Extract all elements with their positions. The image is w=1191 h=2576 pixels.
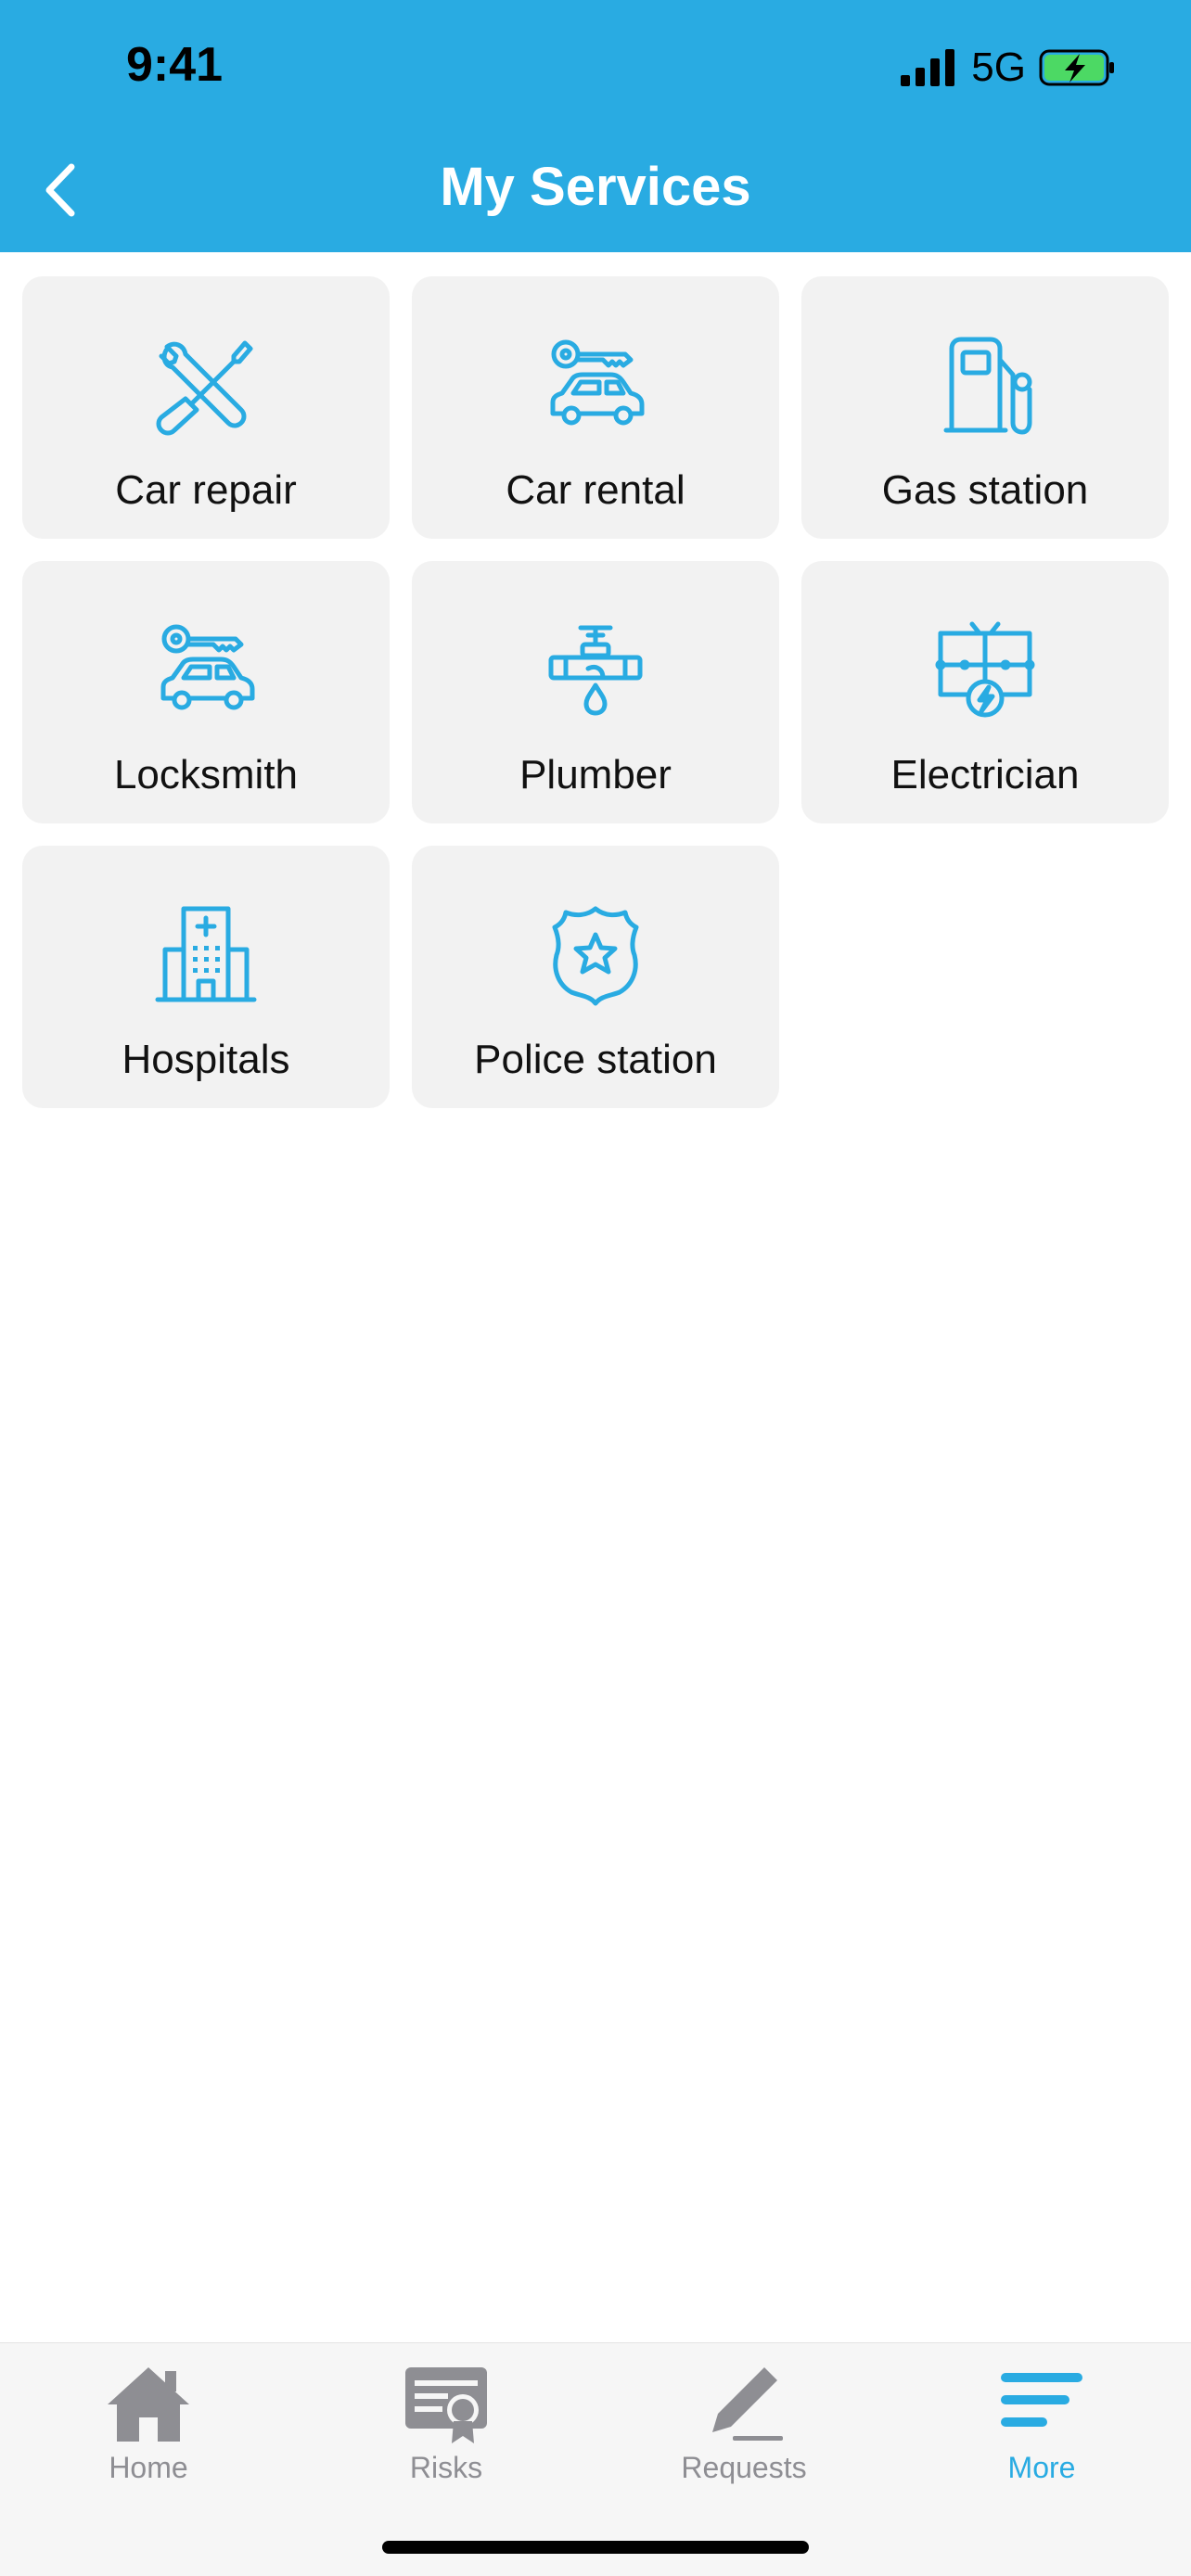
certificate-icon <box>405 2367 487 2443</box>
service-label: Electrician <box>890 752 1080 797</box>
services-grid: Car repair Car rental Gas station Locksm… <box>22 276 1169 1108</box>
fuel-pump-icon <box>943 337 1032 435</box>
home-icon <box>108 2367 189 2442</box>
service-label: Plumber <box>519 752 672 797</box>
app-header: 9:41 5G My Services <box>0 0 1191 252</box>
car-key-icon <box>550 339 645 426</box>
status-indicators: 5G <box>901 45 1115 91</box>
service-tile-locksmith[interactable]: Locksmith <box>22 561 390 823</box>
electric-circuit-icon <box>935 621 1035 718</box>
tab-home[interactable]: Home <box>37 2362 260 2501</box>
signal-icon <box>901 49 955 86</box>
pencil-icon <box>712 2367 783 2441</box>
hospital-icon <box>155 906 257 1002</box>
service-label: Car rental <box>506 467 685 513</box>
service-tile-plumber[interactable]: Plumber <box>412 561 779 823</box>
home-indicator <box>382 2541 809 2554</box>
tab-label: More <box>1007 2451 1076 2484</box>
network-label: 5G <box>971 45 1026 90</box>
service-tile-police-station[interactable]: Police station <box>412 846 779 1108</box>
tab-label: Risks <box>409 2451 483 2484</box>
service-label: Car repair <box>115 467 297 513</box>
service-tile-car-rental[interactable]: Car rental <box>412 276 779 539</box>
car-key-icon <box>160 624 255 710</box>
tab-label: Home <box>109 2451 188 2484</box>
status-time: 9:41 <box>126 38 224 92</box>
service-label: Police station <box>474 1037 717 1082</box>
faucet-icon <box>548 625 643 716</box>
page-title: My Services <box>440 157 751 217</box>
tab-label: Requests <box>681 2451 807 2484</box>
service-tile-car-repair[interactable]: Car repair <box>22 276 390 539</box>
tab-more[interactable]: More <box>930 2362 1153 2501</box>
service-tile-gas-station[interactable]: Gas station <box>801 276 1169 539</box>
service-tile-hospitals[interactable]: Hospitals <box>22 846 390 1108</box>
tab-requests[interactable]: Requests <box>633 2362 855 2501</box>
battery-charging-icon <box>1039 49 1114 86</box>
police-badge-icon <box>552 906 639 1006</box>
service-label: Locksmith <box>113 752 299 797</box>
service-tile-electrician[interactable]: Electrician <box>801 561 1169 823</box>
wrench-screwdriver-icon <box>156 340 253 436</box>
service-label: Gas station <box>881 467 1089 513</box>
service-label: Hospitals <box>122 1037 290 1082</box>
tab-risks[interactable]: Risks <box>335 2362 557 2501</box>
menu-icon <box>1001 2373 1082 2427</box>
